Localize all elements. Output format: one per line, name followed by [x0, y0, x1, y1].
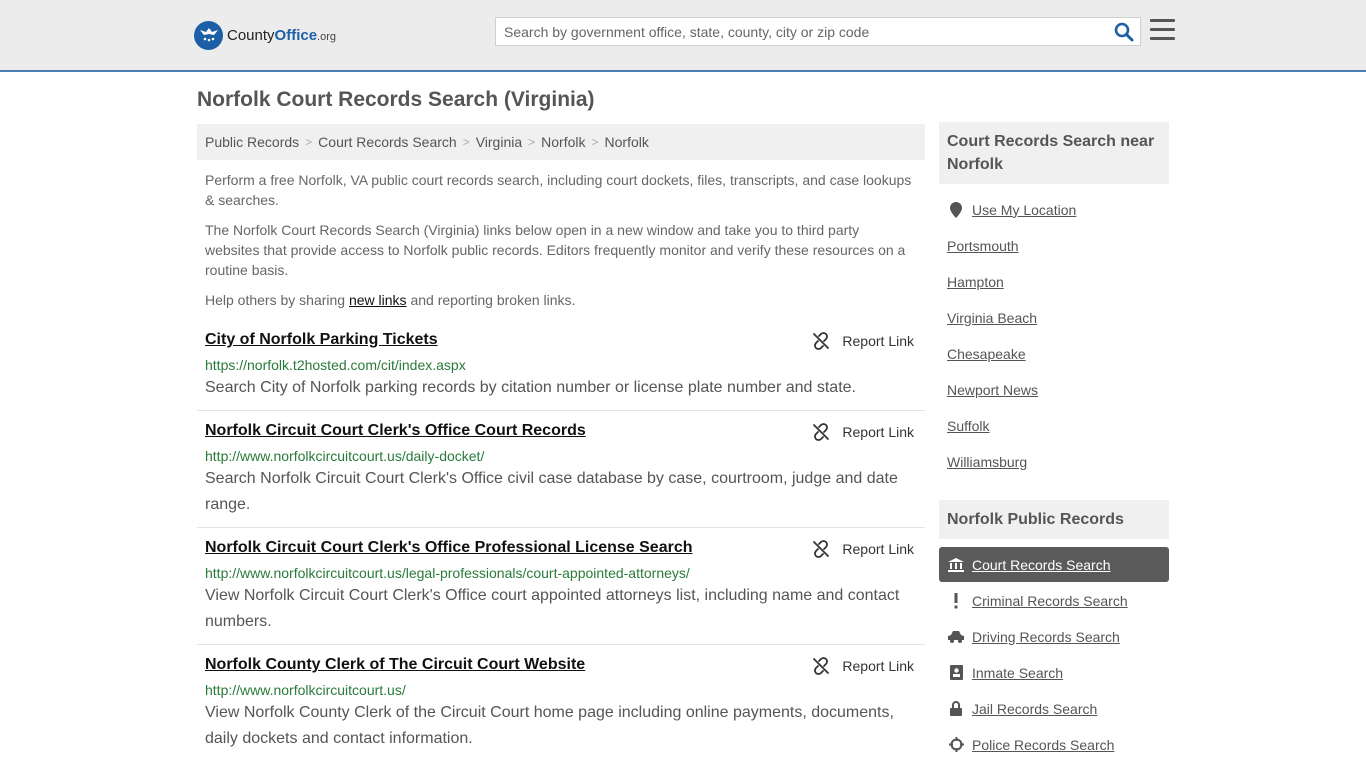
result-url: http://www.norfolkcircuitcourt.us/legal-… [205, 565, 690, 581]
result-item: Norfolk Circuit Court Clerk's Office Cou… [197, 421, 925, 528]
breadcrumb: Public Records > Court Records Search > … [197, 124, 925, 160]
result-url: http://www.norfolkcircuitcourt.us/daily-… [205, 448, 485, 464]
use-my-location-link[interactable]: Use My Location [939, 192, 1169, 227]
sidebar-item-police-records[interactable]: Police Records Search [939, 727, 1169, 762]
breadcrumb-court-records[interactable]: Court Records Search [318, 134, 457, 150]
sidebar-public-records-heading: Norfolk Public Records [939, 500, 1169, 539]
search-box [495, 17, 1141, 46]
intro-paragraph-2: The Norfolk Court Records Search (Virgin… [205, 222, 906, 278]
nearby-link-hampton[interactable]: Hampton [947, 274, 1004, 290]
chevron-right-icon: > [528, 135, 536, 149]
page-title: Norfolk Court Records Search (Virginia) [197, 88, 595, 111]
site-logo[interactable]: CountyOffice.org [194, 20, 336, 50]
search-icon[interactable] [1114, 22, 1134, 42]
report-link-button[interactable]: Report Link [812, 423, 914, 441]
report-link-button[interactable]: Report Link [812, 657, 914, 675]
result-title-link[interactable]: Norfolk County Clerk of The Circuit Cour… [205, 656, 585, 674]
chevron-right-icon: > [591, 135, 599, 149]
breadcrumb-virginia[interactable]: Virginia [476, 134, 522, 150]
sidebar-nearby-heading: Court Records Search near Norfolk [939, 122, 1169, 184]
result-url: https://norfolk.t2hosted.com/cit/index.a… [205, 357, 466, 373]
result-description: Search Norfolk Circuit Court Clerk's Off… [205, 470, 898, 513]
breadcrumb-norfolk-county[interactable]: Norfolk [541, 134, 585, 150]
chevron-right-icon: > [305, 135, 313, 149]
breadcrumb-public-records[interactable]: Public Records [205, 134, 299, 150]
nearby-link-portsmouth[interactable]: Portsmouth [947, 238, 1019, 254]
result-description: Search City of Norfolk parking records b… [205, 379, 856, 396]
result-description: View Norfolk Circuit Court Clerk's Offic… [205, 587, 900, 630]
result-item: Norfolk Circuit Court Clerk's Office Pro… [197, 538, 925, 645]
site-header: CountyOffice.org [0, 0, 1366, 72]
id-card-icon [948, 665, 964, 681]
breadcrumb-norfolk-city[interactable]: Norfolk [605, 134, 649, 150]
result-title-link[interactable]: Norfolk Circuit Court Clerk's Office Pro… [205, 539, 693, 557]
nearby-link-suffolk[interactable]: Suffolk [947, 418, 990, 434]
report-link-button[interactable]: Report Link [812, 332, 914, 350]
eagle-icon [194, 20, 223, 50]
search-input[interactable] [496, 18, 1096, 45]
car-icon [948, 629, 964, 645]
logo-text: CountyOffice.org [227, 26, 337, 44]
sidebar-item-court-records[interactable]: Court Records Search [939, 547, 1169, 582]
chevron-right-icon: > [462, 135, 470, 149]
report-link-button[interactable]: Report Link [812, 540, 914, 558]
result-title-link[interactable]: City of Norfolk Parking Tickets [205, 331, 438, 349]
exclamation-icon [948, 592, 964, 609]
broken-link-icon [813, 657, 830, 675]
nearby-link-newport-news[interactable]: Newport News [947, 382, 1038, 398]
broken-link-icon [813, 423, 830, 441]
lock-icon [948, 701, 964, 717]
nearby-link-williamsburg[interactable]: Williamsburg [947, 454, 1027, 470]
broken-link-icon [813, 540, 830, 558]
sidebar-item-criminal-records[interactable]: Criminal Records Search [939, 583, 1169, 618]
result-item: City of Norfolk Parking Tickets Report L… [197, 330, 925, 411]
sidebar-item-inmate-search[interactable]: Inmate Search [939, 655, 1169, 690]
intro-paragraph-3: Help others by sharing new links and rep… [205, 292, 576, 308]
hamburger-menu-icon[interactable] [1150, 19, 1175, 41]
intro-paragraph-1: Perform a free Norfolk, VA public court … [205, 172, 912, 208]
crosshair-icon [948, 737, 964, 753]
result-url: http://www.norfolkcircuitcourt.us/ [205, 682, 406, 698]
new-links-link[interactable]: new links [349, 292, 407, 308]
sidebar-item-jail-records[interactable]: Jail Records Search [939, 691, 1169, 726]
broken-link-icon [813, 332, 830, 350]
nearby-link-virginia-beach[interactable]: Virginia Beach [947, 310, 1037, 326]
result-description: View Norfolk County Clerk of the Circuit… [205, 704, 894, 747]
sidebar-item-driving-records[interactable]: Driving Records Search [939, 619, 1169, 654]
result-title-link[interactable]: Norfolk Circuit Court Clerk's Office Cou… [205, 422, 586, 440]
map-pin-icon [948, 201, 964, 218]
nearby-link-chesapeake[interactable]: Chesapeake [947, 346, 1026, 362]
courthouse-icon [948, 557, 964, 573]
result-item: Norfolk County Clerk of The Circuit Cour… [197, 655, 925, 768]
